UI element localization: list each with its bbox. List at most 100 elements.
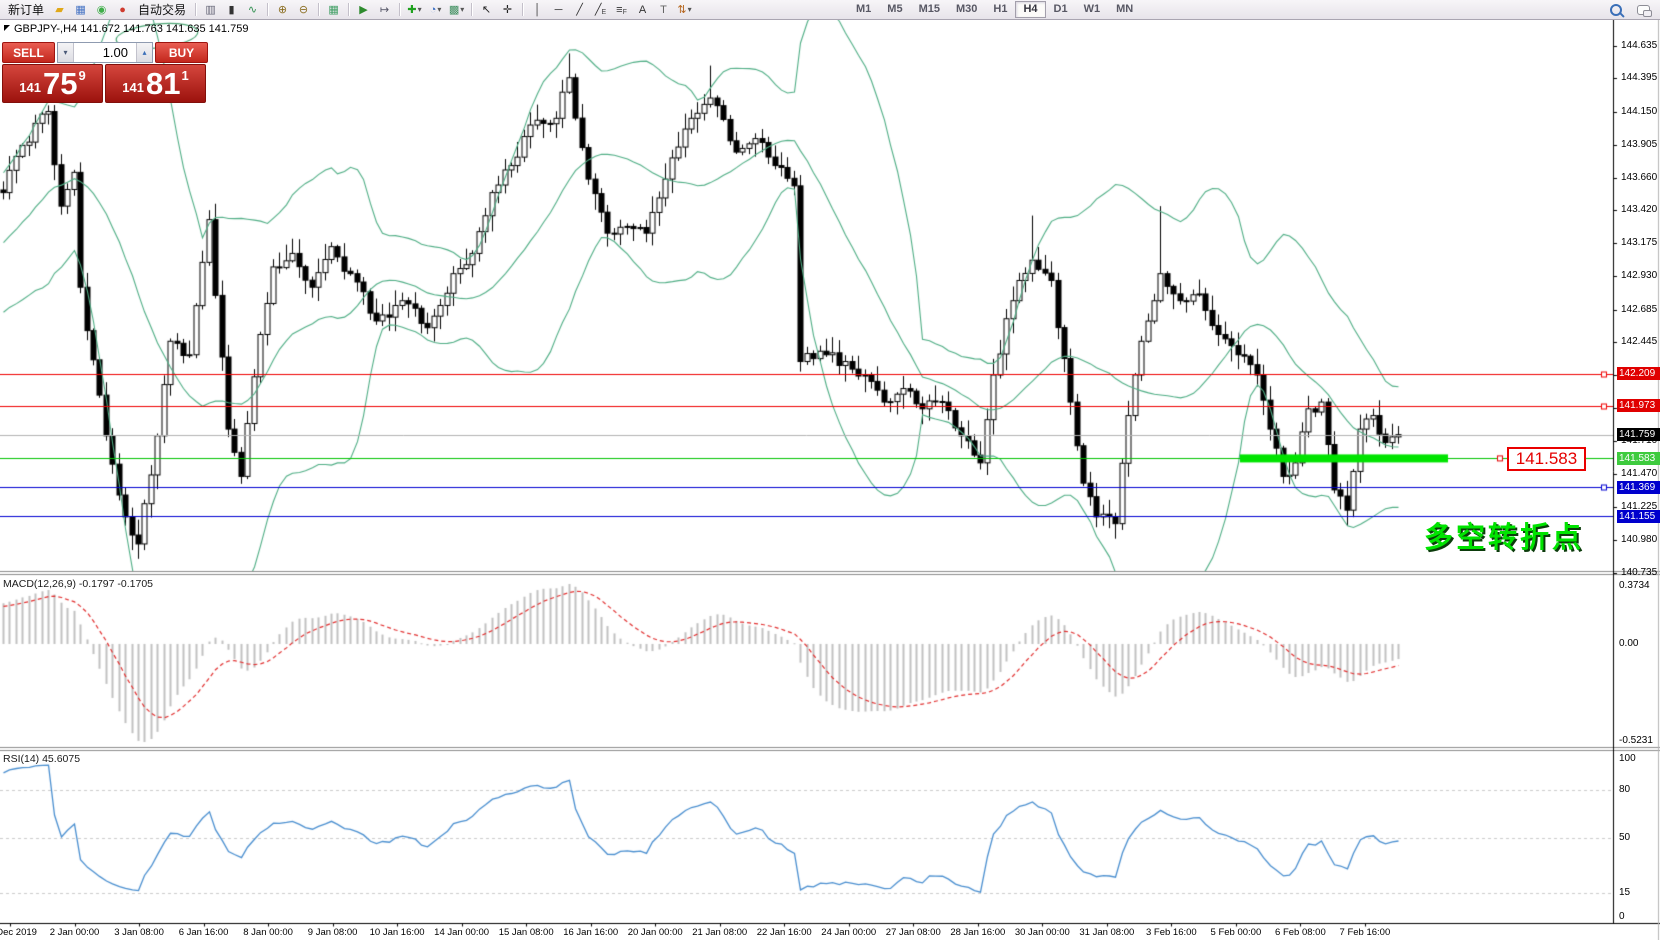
symbol-pointer-icon bbox=[4, 25, 10, 31]
buy-price-box[interactable]: 141 81 1 bbox=[105, 64, 206, 103]
toolbar-separator bbox=[471, 3, 472, 16]
macd-indicator-label: MACD(12,26,9) -0.1797 -0.1705 bbox=[3, 578, 153, 590]
toolbar-separator bbox=[267, 3, 268, 16]
turning-point-annotation[interactable]: 多空转折点 bbox=[1424, 514, 1584, 556]
sell-price-box[interactable]: 141 75 9 bbox=[2, 64, 103, 103]
horizontal-line-icon[interactable]: ─ bbox=[548, 2, 569, 18]
line-chart-icon[interactable]: ∿ bbox=[242, 2, 263, 18]
volume-spinner: ▾ 1.00 ▴ bbox=[57, 42, 153, 63]
price-badge: 141.583 bbox=[1617, 452, 1660, 465]
buy-button[interactable]: BUY bbox=[155, 42, 208, 63]
price-tick-label: 142.445 bbox=[1621, 336, 1657, 347]
macd-scale-label: 0.00 bbox=[1619, 638, 1638, 649]
auto-scroll-icon[interactable]: ▶ bbox=[353, 2, 374, 18]
timeframe-button-mn[interactable]: MN bbox=[1108, 1, 1141, 18]
price-tick-label: 142.930 bbox=[1621, 270, 1657, 281]
indicators-icon[interactable]: ✚▾ bbox=[404, 2, 425, 18]
cursor-icon[interactable]: ↖ bbox=[476, 2, 497, 18]
symbol-ohlc-text: GBPJPY-,H4 141.672 141.763 141.635 141.7… bbox=[14, 23, 248, 35]
chat-icon[interactable] bbox=[1637, 5, 1650, 15]
price-tick-label: 144.150 bbox=[1621, 106, 1657, 117]
crosshair-icon[interactable]: ✛ bbox=[497, 2, 518, 18]
toolbar-right-group bbox=[1610, 0, 1650, 19]
indicators-icon-caret[interactable]: ▾ bbox=[418, 2, 422, 18]
sell-price-main: 75 bbox=[43, 67, 77, 101]
bar-chart-icon[interactable]: ▥ bbox=[200, 2, 221, 18]
time-axis-label: 3 Jan 08:00 bbox=[114, 927, 164, 938]
timeframe-button-h4[interactable]: H4 bbox=[1015, 1, 1045, 18]
price-label-box[interactable]: 141.583 bbox=[1507, 447, 1586, 471]
time-axis-label: 24 Jan 00:00 bbox=[821, 927, 876, 938]
buy-price-base: 141 bbox=[122, 80, 144, 95]
timeframe-button-d1[interactable]: D1 bbox=[1046, 1, 1076, 18]
tile-windows-icon[interactable]: ▦ bbox=[323, 2, 344, 18]
volume-up-button[interactable]: ▴ bbox=[136, 43, 152, 62]
volume-input[interactable]: 1.00 bbox=[74, 43, 136, 62]
chart-shift-icon[interactable]: ↦ bbox=[374, 2, 395, 18]
timeframe-button-w1[interactable]: W1 bbox=[1076, 1, 1109, 18]
time-axis-label: 21 Jan 08:00 bbox=[692, 927, 747, 938]
timeframe-button-m15[interactable]: M15 bbox=[911, 1, 948, 18]
vertical-line-icon[interactable]: │ bbox=[527, 2, 548, 18]
price-chart-canvas[interactable] bbox=[0, 0, 1660, 940]
templates-icon-caret[interactable]: ▾ bbox=[460, 2, 464, 18]
templates-icon[interactable]: ▩▾ bbox=[446, 2, 467, 18]
rsi-indicator-label: RSI(14) 45.6075 bbox=[3, 753, 80, 765]
arrows-icon-caret[interactable]: ▾ bbox=[688, 2, 692, 18]
time-axis-label: 6 Jan 16:00 bbox=[179, 927, 229, 938]
time-axis-label: 3 Feb 16:00 bbox=[1146, 927, 1197, 938]
price-badge: 141.759 bbox=[1617, 428, 1660, 441]
price-tick-label: 140.980 bbox=[1621, 534, 1657, 545]
time-axis-label: 16 Jan 16:00 bbox=[563, 927, 618, 938]
arrows-icon[interactable]: ⇅▾ bbox=[674, 2, 695, 18]
zoom-out-icon[interactable]: ⊖ bbox=[293, 2, 314, 18]
time-axis-label: 28 Jan 16:00 bbox=[950, 927, 1005, 938]
text-icon[interactable]: A bbox=[632, 2, 653, 18]
candlestick-chart-icon[interactable]: ▮ bbox=[221, 2, 242, 18]
toolbar-separator bbox=[522, 3, 523, 16]
timeframe-button-h1[interactable]: H1 bbox=[985, 1, 1015, 18]
price-badge: 142.209 bbox=[1617, 367, 1660, 380]
periods-icon[interactable]: ◔▾ bbox=[425, 2, 446, 18]
periods-icon-caret[interactable]: ▾ bbox=[437, 2, 441, 18]
price-tick-label: 143.905 bbox=[1621, 139, 1657, 150]
toolbar-separator bbox=[348, 3, 349, 16]
trendline-icon[interactable]: ╱ bbox=[569, 2, 590, 18]
timeframe-button-m5[interactable]: M5 bbox=[879, 1, 910, 18]
search-icon[interactable] bbox=[1610, 4, 1622, 16]
symbol-ohlc-line: GBPJPY-,H4 141.672 141.763 141.635 141.7… bbox=[4, 23, 248, 35]
macd-scale-label: 0.3734 bbox=[1619, 580, 1650, 591]
volume-dropdown-button[interactable]: ▾ bbox=[58, 43, 74, 62]
time-axis-label: 5 Feb 00:00 bbox=[1211, 927, 1262, 938]
market-watch-icon[interactable]: ▦ bbox=[70, 2, 91, 18]
toolbar-separator bbox=[318, 3, 319, 16]
price-badge: 141.369 bbox=[1617, 481, 1660, 494]
rsi-scale-label: 15 bbox=[1619, 887, 1630, 898]
mt4-window: 新订单▰▦◉●自动交易▥▮∿⊕⊖▦▶↦✚▾◔▾▩▾↖✛│─╱╱E≡FAT⇅▾ M… bbox=[0, 0, 1660, 940]
time-axis-label: 22 Jan 16:00 bbox=[757, 927, 812, 938]
timeframe-button-m1[interactable]: M1 bbox=[848, 1, 879, 18]
auto-trading-icon[interactable]: ● bbox=[112, 2, 133, 18]
price-tick-label: 143.175 bbox=[1621, 237, 1657, 248]
timeframe-button-m30[interactable]: M30 bbox=[948, 1, 985, 18]
signal-icon[interactable]: ◉ bbox=[91, 2, 112, 18]
text-label-icon[interactable]: T bbox=[653, 2, 674, 18]
fibonacci-icon[interactable]: ≡F bbox=[611, 2, 632, 18]
price-tick-label: 143.660 bbox=[1621, 172, 1657, 183]
buy-price-sup: 1 bbox=[181, 68, 188, 83]
time-axis-label: 9 Jan 08:00 bbox=[308, 927, 358, 938]
auto-trading-button[interactable]: 自动交易 bbox=[133, 2, 191, 18]
toolbar-left-group: 新订单▰▦◉●自动交易▥▮∿⊕⊖▦▶↦✚▾◔▾▩▾↖✛│─╱╱E≡FAT⇅▾ bbox=[0, 0, 695, 19]
zoom-in-icon[interactable]: ⊕ bbox=[272, 2, 293, 18]
one-click-trading-panel: SELL ▾ 1.00 ▴ BUY 141 75 9 141 81 1 bbox=[2, 42, 208, 103]
toolbar-separator bbox=[195, 3, 196, 16]
price-tick-label: 140.735 bbox=[1621, 567, 1657, 578]
new-order-button[interactable]: 新订单 bbox=[3, 2, 49, 18]
equidistant-channel-icon[interactable]: ╱E bbox=[590, 2, 611, 18]
time-axis-label: 14 Jan 00:00 bbox=[434, 927, 489, 938]
sell-button[interactable]: SELL bbox=[2, 42, 55, 63]
price-tick-label: 144.635 bbox=[1621, 40, 1657, 51]
rsi-scale-label: 100 bbox=[1619, 753, 1636, 764]
gold-bars-icon[interactable]: ▰ bbox=[49, 2, 70, 18]
sell-price-sup: 9 bbox=[78, 68, 85, 83]
